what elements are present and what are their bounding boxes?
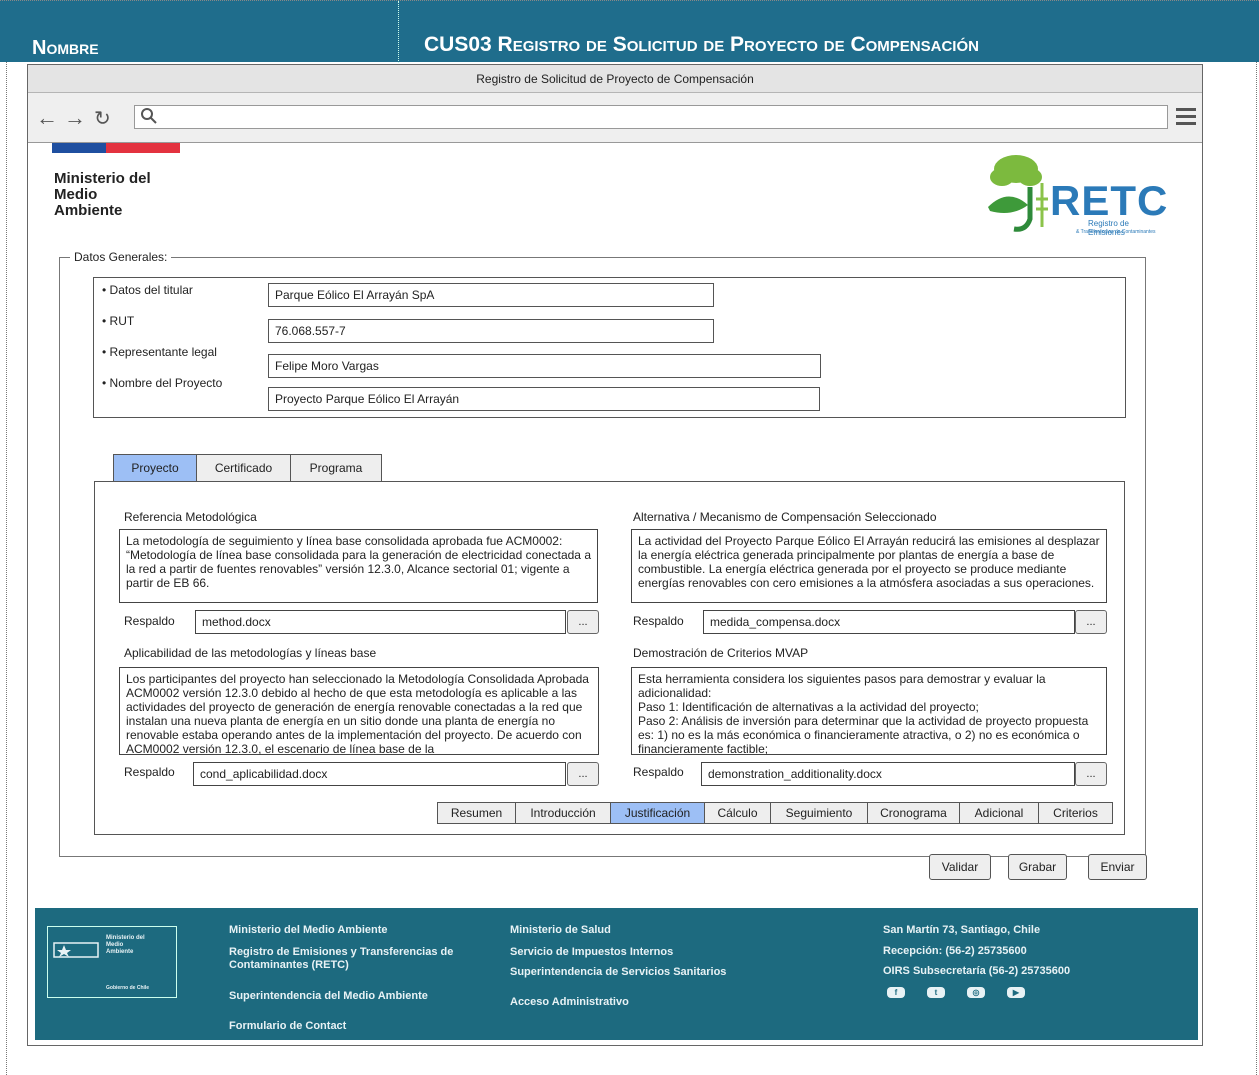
gobierno-logo: Ministerio del Medio Ambiente Gobierno d… [47, 926, 177, 998]
rut-input[interactable]: 76.068.557-7 [268, 319, 714, 343]
page-border-right [1256, 62, 1257, 1075]
apl-file-input[interactable]: cond_aplicabilidad.docx [193, 762, 566, 786]
gobierno-emblem-icon [53, 942, 99, 958]
seg-resumen[interactable]: Resumen [437, 802, 516, 824]
project-name-label: • Nombre del Proyecto [102, 376, 223, 390]
mvap-text[interactable]: Esta herramienta considera los siguiente… [631, 667, 1107, 755]
gobierno-logo-text: Ministerio del Medio Ambiente [106, 935, 145, 955]
url-bar[interactable] [134, 105, 1168, 129]
forward-arrow-icon[interactable]: → [64, 105, 86, 131]
footer-link-sma[interactable]: Superintendencia del Medio Ambiente [229, 990, 429, 1003]
instagram-icon[interactable]: ◎ [967, 987, 985, 998]
seg-seguimiento[interactable]: Seguimiento [770, 802, 868, 824]
rut-label: • RUT [102, 314, 135, 328]
apl-browse-button[interactable]: ... [567, 762, 599, 786]
doc-header-label: Nombre [32, 37, 99, 59]
seg-calculo[interactable]: Cálculo [704, 802, 771, 824]
footer-link-admin[interactable]: Acceso Administrativo [510, 996, 629, 1009]
general-data-legend: Datos Generales: [70, 250, 172, 264]
seg-cronograma[interactable]: Cronograma [867, 802, 960, 824]
gobierno-logo-bottom: Gobierno de Chile [106, 985, 150, 991]
tab-programa[interactable]: Programa [290, 454, 382, 482]
page-border-left [6, 62, 7, 1075]
retc-logo-name: RETC [1050, 177, 1169, 224]
browser-toolbar: ← → ↻ [28, 93, 1202, 143]
footer-link-siss[interactable]: Superintendencia de Servicios Sanitarios [510, 966, 740, 979]
footer-link-mma[interactable]: Ministerio del Medio Ambiente [229, 924, 388, 937]
alt-mechanism-title: Alternativa / Mecanismo de Compensación … [633, 510, 937, 524]
header-separator [398, 1, 399, 63]
seg-introduccion[interactable]: Introducción [515, 802, 611, 824]
project-name-input[interactable]: Proyecto Parque Eólico El Arrayán [268, 387, 820, 411]
mvap-browse-button[interactable]: ... [1075, 762, 1107, 786]
mvap-text-line-2: Paso 1: Identificación de alternativas a… [638, 700, 979, 714]
twitter-icon[interactable]: t [927, 987, 945, 998]
titular-input[interactable]: Parque Eólico El Arrayán SpA [268, 283, 714, 307]
back-arrow-icon[interactable]: ← [36, 105, 58, 131]
mvap-file-input[interactable]: demonstration_additionality.docx [701, 762, 1075, 786]
retc-logo: RETC Registro de Emisiones & Transferenc… [978, 147, 1167, 237]
youtube-icon[interactable]: ▶ [1007, 987, 1025, 998]
site-footer: Ministerio del Medio Ambiente Gobierno d… [35, 908, 1198, 1040]
doc-header: Nombre CUS03 Registro de Solicitud de Pr… [0, 0, 1259, 63]
browser-window: Registro de Solicitud de Proyecto de Com… [27, 64, 1203, 1046]
footer-link-sii[interactable]: Servicio de Impuestos Internos [510, 946, 673, 959]
grabar-button[interactable]: Grabar [1008, 854, 1067, 880]
seg-adicional[interactable]: Adicional [959, 802, 1039, 824]
ref-respaldo-label: Respaldo [124, 614, 175, 628]
applicability-text[interactable]: Los participantes del proyecto han selec… [119, 667, 599, 755]
footer-link-retc[interactable]: Registro de Emisiones y Transferencias d… [229, 946, 469, 972]
facebook-icon[interactable]: f [887, 987, 905, 998]
ref-methodology-title: Referencia Metodológica [124, 510, 257, 524]
titular-label: • Datos del titular [102, 283, 193, 297]
apl-respaldo-label: Respaldo [124, 765, 175, 779]
chile-flag-stripe [52, 143, 180, 153]
footer-reception-phone: Recepción: (56-2) 25735600 [883, 945, 1027, 957]
alt-respaldo-label: Respaldo [633, 614, 684, 628]
alt-browse-button[interactable]: ... [1075, 610, 1107, 634]
alt-file-input[interactable]: medida_compensa.docx [703, 610, 1075, 634]
legal-rep-label: • Representante legal [102, 345, 217, 359]
validar-button[interactable]: Validar [929, 854, 991, 880]
search-icon [141, 108, 157, 124]
tab-certificado[interactable]: Certificado [196, 454, 291, 482]
alt-mechanism-text[interactable]: La actividad del Proyecto Parque Eólico … [631, 529, 1107, 603]
enviar-button[interactable]: Enviar [1088, 854, 1147, 880]
footer-oirs-phone: OIRS Subsecretaría (56-2) 25735600 [883, 965, 1071, 977]
hamburger-menu-icon[interactable] [1176, 108, 1196, 129]
footer-link-salud[interactable]: Ministerio de Salud [510, 924, 611, 937]
mvap-text-line-3: Paso 2: Análisis de inversión para deter… [638, 714, 1089, 755]
legal-rep-input[interactable]: Felipe Moro Vargas [268, 354, 821, 378]
window-title: Registro de Solicitud de Proyecto de Com… [28, 65, 1202, 93]
applicability-title: Aplicabilidad de las metodologías y líne… [124, 646, 377, 660]
seg-criterios[interactable]: Criterios [1038, 802, 1113, 824]
mvap-title: Demostración de Criterios MVAP [633, 646, 809, 660]
footer-address: San Martín 73, Santiago, Chile [883, 924, 1041, 936]
seg-justificacion[interactable]: Justificación [610, 802, 705, 824]
ref-file-input[interactable]: method.docx [195, 610, 566, 634]
tab-proyecto[interactable]: Proyecto [113, 454, 197, 482]
ref-methodology-text[interactable]: La metodología de seguimiento y línea ba… [119, 529, 598, 603]
mvap-text-line-1: Esta herramienta considera los siguiente… [638, 672, 1046, 700]
footer-link-contact[interactable]: Formulario de Contact [229, 1020, 346, 1033]
ministry-logo-text: Ministerio del Medio Ambiente [54, 170, 151, 219]
mvap-respaldo-label: Respaldo [633, 765, 684, 779]
ref-browse-button[interactable]: ... [567, 610, 599, 634]
reload-icon[interactable]: ↻ [94, 106, 111, 131]
doc-header-title: CUS03 Registro de Solicitud de Proyecto … [424, 33, 979, 56]
retc-logo-subtitle-2: & Transferencias de Contaminantes [1076, 229, 1156, 235]
